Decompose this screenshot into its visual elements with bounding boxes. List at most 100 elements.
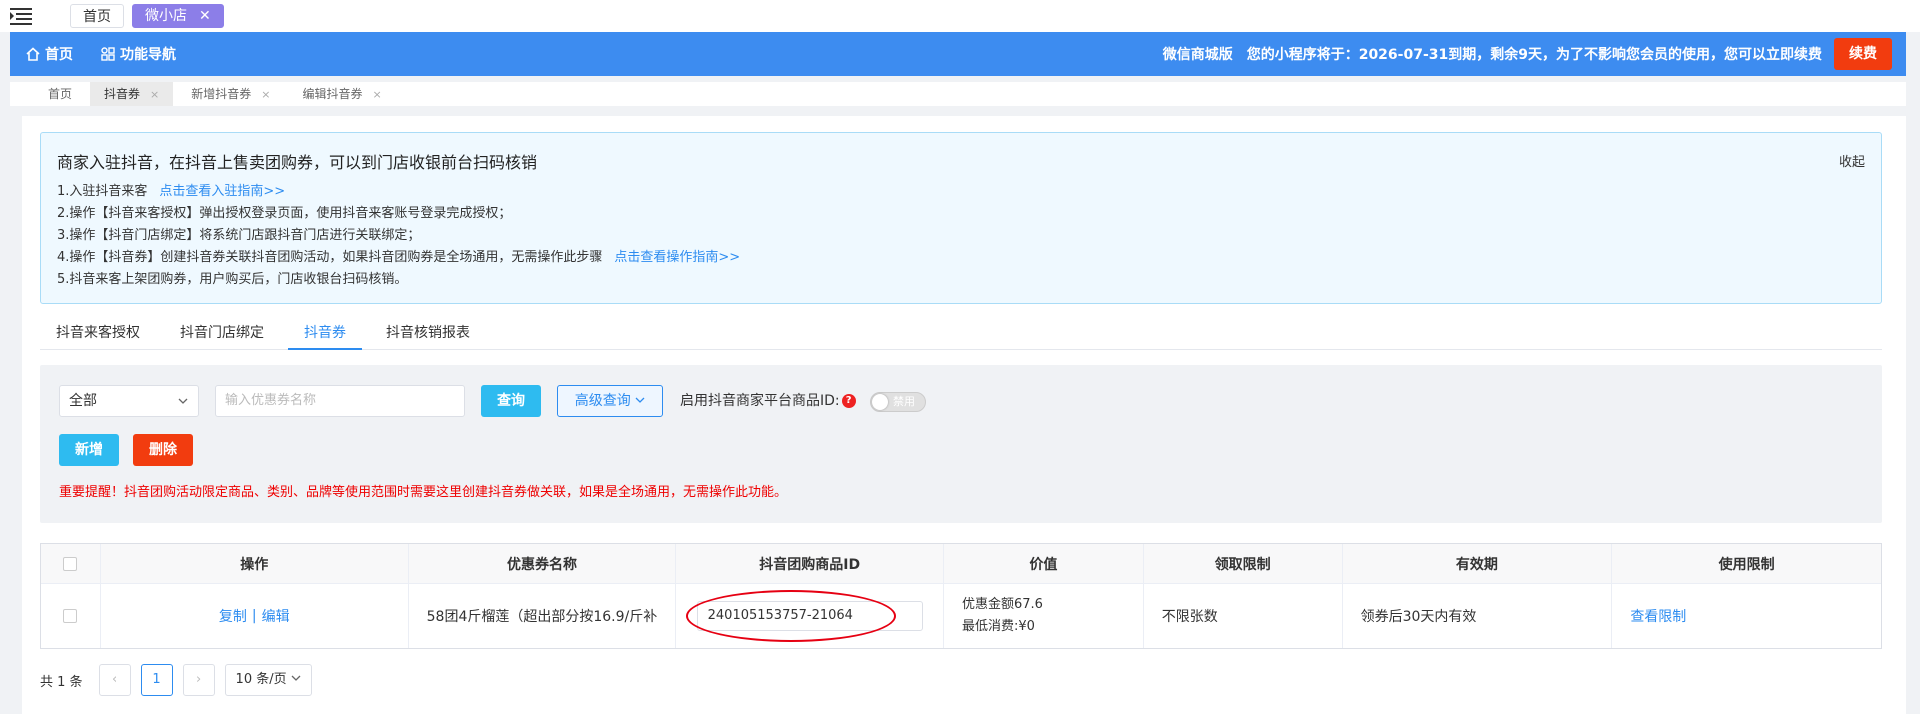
info-line: 5.抖音来客上架团购券，用户购买后，门店收银台扫码核销。: [57, 269, 1865, 291]
page-tab-douyin-coupon[interactable]: 抖音券 ×: [90, 82, 174, 106]
platform-id-toggle[interactable]: 禁用: [870, 392, 926, 412]
prev-page-button[interactable]: ‹: [98, 664, 131, 696]
column-header: 领取限制: [1144, 544, 1343, 583]
edition-label: 微信商城版: [1162, 47, 1233, 63]
tab-store-binding[interactable]: 抖音门店绑定: [164, 316, 280, 350]
table-header: 操作 优惠券名称 抖音团购商品ID 价值 领取限制 有效期 使用限制: [41, 544, 1881, 584]
top-tab-home[interactable]: 首页: [70, 4, 124, 28]
pagination: 共 1 条 ‹ 1 › 10 条/页: [40, 664, 312, 696]
top-bar: 首页 微小店 ✕: [0, 0, 1920, 32]
actions-cell: 复制 | 编辑: [101, 584, 409, 648]
advanced-query-button[interactable]: 高级查询: [557, 385, 663, 417]
guide-link[interactable]: 点击查看入驻指南>>: [159, 184, 285, 199]
next-page-button[interactable]: ›: [182, 664, 215, 696]
page-tabs: 首页 抖音券 × 新增抖音券 × 编辑抖音券 ×: [10, 82, 1906, 106]
operation-guide-link[interactable]: 点击查看操作指南>>: [614, 250, 740, 265]
info-line: 2.操作【抖音来客授权】弹出授权登录页面，使用抖音来客账号登录完成授权；: [57, 203, 1865, 225]
view-limit-link[interactable]: 查看限制: [1630, 606, 1686, 626]
discount-amount: 优惠金额67.6: [962, 597, 1043, 612]
column-header: 有效期: [1343, 544, 1613, 583]
usage-limit-cell: 查看限制: [1612, 584, 1881, 648]
advanced-query-label: 高级查询: [574, 393, 631, 409]
top-tab-label: 首页: [83, 9, 111, 25]
tab-verification-report[interactable]: 抖音核销报表: [370, 316, 486, 350]
info-line: 1.入驻抖音来客 点击查看入驻指南>>: [57, 181, 1865, 203]
copy-link[interactable]: 复制: [219, 606, 247, 626]
chevron-down-icon: [291, 675, 301, 681]
info-line: 4.操作【抖音券】创建抖音券关联抖音团购活动，如果抖音团购券是全场通用，无需操作…: [57, 247, 1865, 269]
warning-text: 重要提醒！抖音团购活动限定商品、类别、品牌等使用范围时需要这里创建抖音券做关联，…: [59, 485, 788, 500]
column-header: 价值: [944, 544, 1144, 583]
page-size-select[interactable]: 10 条/页: [224, 664, 312, 696]
select-all-checkbox[interactable]: [63, 556, 78, 571]
coupon-table: 操作 优惠券名称 抖音团购商品ID 价值 领取限制 有效期 使用限制 复制 | …: [40, 543, 1882, 649]
page-tab-label: 编辑抖音券: [302, 87, 363, 101]
product-id-field[interactable]: 240105153757-21064: [685, 590, 923, 642]
filter-panel: 全部 输入优惠券名称 查询 高级查询 启用抖音商家平台商品ID: ? 禁用 新增…: [40, 365, 1882, 523]
nav-home[interactable]: 首页: [26, 44, 73, 64]
close-icon[interactable]: ×: [261, 88, 270, 101]
chevron-down-icon: [635, 397, 645, 403]
action-separator: |: [251, 608, 257, 624]
info-line-text: 3.操作【抖音门店绑定】将系统门店跟抖音门店进行关联绑定；: [57, 228, 421, 243]
validity: 领券后30天内有效: [1360, 609, 1477, 625]
home-icon: [26, 47, 40, 61]
platform-id-label: 启用抖音商家平台商品ID: ?: [680, 385, 856, 417]
claim-limit: 不限张数: [1161, 609, 1218, 625]
expiry-text: 您的小程序将于：2026-07-31到期，剩余9天，为了不影响您会员的使用，您可…: [1246, 47, 1822, 63]
validity-cell: 领券后30天内有效: [1343, 584, 1613, 648]
help-icon[interactable]: ?: [841, 394, 856, 408]
column-header: 操作: [101, 544, 409, 583]
add-button[interactable]: 新增: [59, 434, 119, 466]
page-tab-edit-coupon[interactable]: 编辑抖音券 ×: [288, 82, 395, 106]
column-header: 抖音团购商品ID: [676, 544, 945, 583]
top-tab-label: 微小店: [145, 8, 187, 24]
page-tab-label: 抖音券: [104, 87, 141, 101]
row-checkbox[interactable]: [63, 609, 78, 623]
info-line-text: 5.抖音来客上架团购券，用户购买后，门店收银台扫码核销。: [57, 272, 408, 287]
page-size-value: 10 条/页: [235, 672, 287, 687]
tab-bar: 抖音来客授权 抖音门店绑定 抖音券 抖音核销报表: [40, 316, 1882, 350]
main-content: 商家入驻抖音，在抖音上售卖团购券，可以到门店收银前台扫码核销 1.入驻抖音来客点…: [22, 116, 1906, 714]
column-header: 使用限制: [1718, 556, 1775, 573]
product-id-cell: 240105153757-21064: [676, 584, 944, 648]
minimum-spend: 最低消费:¥0: [962, 619, 1035, 634]
top-tab-store[interactable]: 微小店 ✕: [132, 4, 224, 28]
claim-limit-cell: 不限张数: [1144, 584, 1343, 648]
toggle-knob: [872, 394, 888, 410]
search-input[interactable]: 输入优惠券名称: [215, 385, 465, 417]
renew-button[interactable]: 续费: [1834, 38, 1892, 70]
header-checkbox-cell: [41, 544, 101, 583]
info-line-text: 4.操作【抖音券】创建抖音券关联抖音团购活动，如果抖音团购券是全场通用，无需操作…: [57, 250, 603, 265]
column-header: 优惠券名称: [409, 544, 677, 583]
page-tab-label: 首页: [48, 87, 73, 101]
nav-home-label: 首页: [45, 47, 73, 63]
info-panel: 商家入驻抖音，在抖音上售卖团购券，可以到门店收银前台扫码核销 1.入驻抖音来客点…: [40, 132, 1882, 304]
query-button[interactable]: 查询: [481, 385, 541, 417]
coupon-name: 58团4斤榴莲（超出部分按16.9/斤补: [426, 609, 658, 625]
header-bar: 首页 功能导航 微信商城版 您的小程序将于：2026-07-31到期，剩余9天，…: [10, 32, 1906, 76]
chevron-down-icon: [178, 386, 188, 427]
grid-icon: [101, 47, 115, 61]
tab-douyin-coupon[interactable]: 抖音券: [288, 316, 362, 350]
page-tab-add-coupon[interactable]: 新增抖音券 ×: [177, 82, 284, 106]
page-number-button[interactable]: 1: [140, 664, 173, 696]
delete-button[interactable]: 删除: [133, 434, 193, 466]
edit-link[interactable]: 编辑: [262, 606, 290, 626]
nav-functions[interactable]: 功能导航: [101, 44, 176, 64]
status-select-value: 全部: [69, 393, 97, 409]
close-icon[interactable]: ×: [150, 88, 159, 101]
status-select[interactable]: 全部: [59, 385, 199, 417]
table-row: 复制 | 编辑 58团4斤榴莲（超出部分按16.9/斤补 24010515375…: [41, 584, 1881, 648]
page-tab-home[interactable]: 首页: [34, 82, 86, 106]
info-line: 3.操作【抖音门店绑定】将系统门店跟抖音门店进行关联绑定；: [57, 225, 1865, 247]
value-cell: 优惠金额67.6 最低消费:¥0: [944, 584, 1144, 648]
coupon-name-cell: 58团4斤榴莲（超出部分按16.9/斤补: [409, 584, 677, 648]
menu-icon[interactable]: [10, 6, 34, 26]
tab-douyin-auth[interactable]: 抖音来客授权: [40, 316, 156, 350]
info-line-text: 2.操作【抖音来客授权】弹出授权登录页面，使用抖音来客账号登录完成授权；: [57, 206, 512, 221]
close-icon[interactable]: ✕: [199, 4, 211, 28]
info-title: 商家入驻抖音，在抖音上售卖团购券，可以到门店收银前台扫码核销: [57, 153, 538, 172]
collapse-button[interactable]: 收起: [1839, 151, 1865, 170]
close-icon[interactable]: ×: [373, 88, 382, 101]
